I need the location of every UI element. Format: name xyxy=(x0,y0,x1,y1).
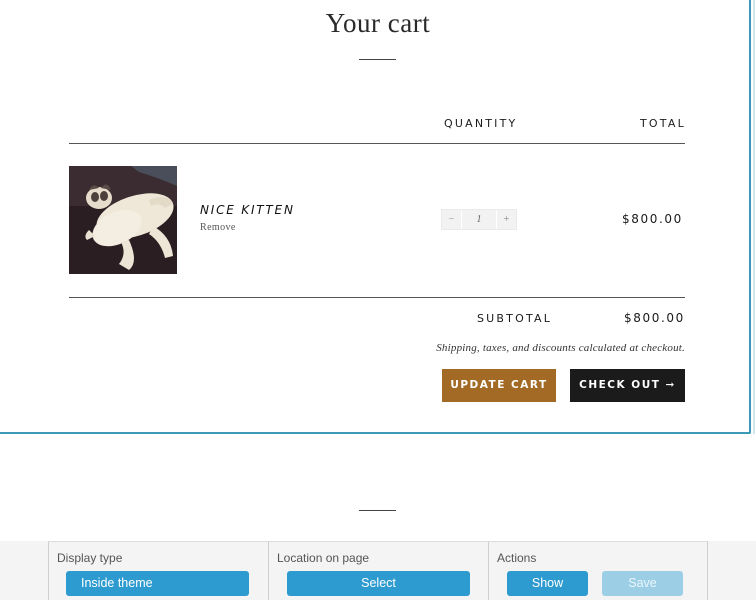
location-panel: Location on page Select xyxy=(268,541,488,600)
line-total: $800.00 xyxy=(622,212,683,226)
title-divider xyxy=(359,59,396,60)
cat-photo-icon xyxy=(69,166,177,274)
remove-link[interactable]: Remove xyxy=(200,222,236,233)
quantity-input[interactable]: 1 xyxy=(461,210,497,229)
save-button[interactable]: Save xyxy=(602,571,683,596)
quantity-stepper: − 1 + xyxy=(441,209,517,230)
quantity-column-header: QUANTITY xyxy=(444,117,518,130)
product-image[interactable] xyxy=(69,166,177,274)
actions-label: Actions xyxy=(497,551,537,565)
location-select-button[interactable]: Select xyxy=(287,571,470,596)
display-type-panel: Display type Inside theme xyxy=(48,541,268,600)
checkout-button[interactable]: CHECK OUT ➞ xyxy=(570,369,685,402)
footer-divider xyxy=(359,510,396,511)
page-title: Your cart xyxy=(325,8,431,38)
shipping-note: Shipping, taxes, and discounts calculate… xyxy=(436,342,685,354)
product-name-link[interactable]: NICE KITTEN xyxy=(200,203,295,217)
items-divider xyxy=(69,297,685,298)
display-type-label: Display type xyxy=(57,551,123,565)
subtotal-value: $800.00 xyxy=(624,311,685,325)
update-cart-button[interactable]: UPDATE CART xyxy=(442,369,556,402)
total-column-header: TOTAL xyxy=(640,117,686,130)
decrease-quantity-button[interactable]: − xyxy=(442,210,462,229)
display-type-select[interactable]: Inside theme xyxy=(66,571,249,596)
header-divider xyxy=(69,143,685,144)
increase-quantity-button[interactable]: + xyxy=(496,210,516,229)
show-button[interactable]: Show xyxy=(507,571,588,596)
location-label: Location on page xyxy=(277,551,370,565)
actions-panel: Actions Show Save xyxy=(488,541,708,600)
subtotal-label: SUBTOTAL xyxy=(477,312,553,325)
